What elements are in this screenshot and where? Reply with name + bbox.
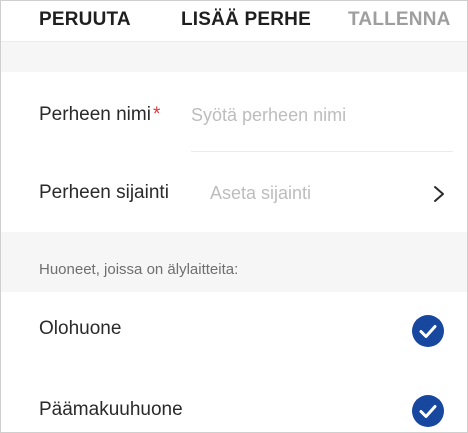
family-location-value: Aseta sijainti bbox=[210, 183, 312, 203]
save-button[interactable]: TALLENNA bbox=[348, 9, 451, 31]
family-name-label: Perheen nimi * bbox=[39, 104, 160, 126]
checkmark-circle-icon[interactable] bbox=[412, 315, 444, 347]
room-item-paamakuuhuone[interactable]: Päämakuuhuone bbox=[1, 372, 467, 432]
checkmark-circle-icon[interactable] bbox=[412, 395, 444, 427]
cancel-button[interactable]: PERUUTA bbox=[39, 9, 131, 31]
family-location-label: Perheen sijainti bbox=[39, 182, 169, 203]
top-app-bar: PERUUTA LISÄÄ PERHE TALLENNA bbox=[1, 1, 467, 41]
family-location-row[interactable]: Perheen sijainti Aseta sijainti bbox=[1, 152, 467, 232]
family-name-label-text: Perheen nimi bbox=[39, 104, 151, 125]
rooms-section-header: Huoneet, joissa on älylaitteita: bbox=[1, 232, 467, 292]
rooms-section-label: Huoneet, joissa on älylaitteita: bbox=[39, 261, 239, 278]
room-label: Päämakuuhuone bbox=[39, 399, 183, 420]
room-item-olohuone[interactable]: Olohuone bbox=[1, 292, 467, 372]
page-title: LISÄÄ PERHE bbox=[181, 9, 311, 30]
family-name-input[interactable] bbox=[191, 102, 451, 128]
chevron-right-icon bbox=[434, 186, 444, 202]
add-family-screen: PERUUTA LISÄÄ PERHE TALLENNA Perheen nim… bbox=[0, 0, 468, 433]
required-marker: * bbox=[152, 104, 161, 125]
room-label: Olohuone bbox=[39, 318, 122, 339]
family-name-row: Perheen nimi * bbox=[1, 72, 467, 152]
top-spacer bbox=[1, 41, 467, 72]
